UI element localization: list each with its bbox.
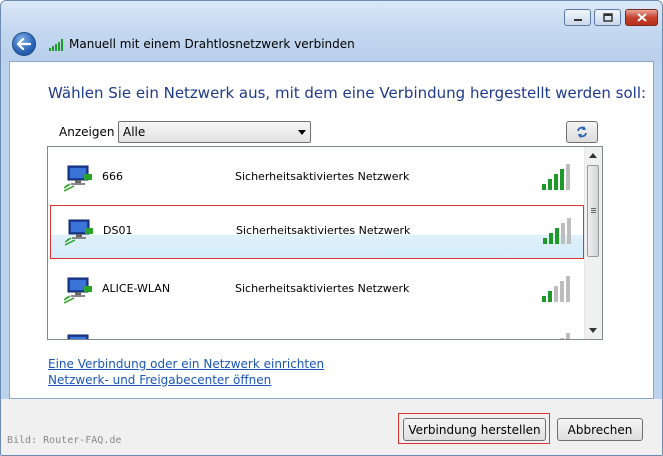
network-row-ds01[interactable]: DS01 Sicherheitsaktiviertes Netzwerk — [50, 205, 584, 259]
minimize-button[interactable] — [564, 9, 591, 26]
network-row-alice-wlan[interactable]: ALICE-WLAN Sicherheitsaktiviertes Netzwe… — [48, 262, 585, 318]
network-security: Sicherheitsaktiviertes Netzwerk — [235, 170, 410, 183]
network-list[interactable]: 666 Sicherheitsaktiviertes Netzwerk DS01… — [47, 146, 603, 340]
minimize-icon — [573, 18, 582, 21]
wireless-network-icon — [64, 277, 92, 304]
scroll-down-arrow-icon[interactable] — [589, 328, 597, 333]
scrollbar[interactable] — [584, 147, 602, 339]
page-heading: Wählen Sie ein Netzwerk aus, mit dem ein… — [48, 84, 647, 102]
back-button[interactable] — [12, 32, 36, 56]
title-bar: Manuell mit einem Drahtlosnetzwerk verbi… — [1, 1, 662, 61]
maximize-icon — [602, 13, 613, 22]
dialog-window: Manuell mit einem Drahtlosnetzwerk verbi… — [0, 0, 663, 456]
signal-strength-icon — [560, 333, 570, 339]
setup-connection-link[interactable]: Eine Verbindung oder ein Netzwerk einric… — [48, 357, 324, 371]
signal-strength-icon — [542, 276, 570, 302]
filter-value: Alle — [123, 125, 146, 139]
network-name: DS01 — [103, 224, 133, 237]
wireless-network-icon — [67, 334, 89, 339]
scroll-up-arrow-icon[interactable] — [589, 153, 597, 158]
window-title: Manuell mit einem Drahtlosnetzwerk verbi… — [69, 37, 355, 51]
network-row-partial[interactable] — [48, 319, 585, 339]
dialog-footer: Bild: Router-FAQ.de Verbindung herstelle… — [1, 399, 662, 455]
wireless-network-icon — [65, 219, 93, 246]
network-name: ALICE-WLAN — [102, 282, 171, 295]
network-row-666[interactable]: 666 Sicherheitsaktiviertes Netzwerk — [48, 150, 585, 206]
signal-strength-icon — [543, 218, 571, 244]
grip-line — [591, 212, 596, 213]
wireless-network-icon — [64, 165, 92, 192]
close-button[interactable] — [625, 9, 658, 26]
network-name: 666 — [102, 170, 123, 183]
wifi-signal-icon — [49, 39, 63, 51]
connect-button[interactable]: Verbindung herstellen — [403, 418, 546, 441]
refresh-icon — [577, 126, 587, 138]
signal-strength-icon — [542, 164, 570, 190]
refresh-button[interactable] — [566, 121, 598, 143]
grip-line — [591, 208, 596, 209]
network-center-link[interactable]: Netzwerk- und Freigabecenter öffnen — [48, 373, 271, 387]
network-security: Sicherheitsaktiviertes Netzwerk — [236, 224, 411, 237]
content-area: Wählen Sie ein Netzwerk aus, mit dem ein… — [9, 61, 654, 399]
close-icon — [636, 13, 647, 22]
chevron-down-icon — [298, 130, 306, 135]
filter-dropdown[interactable]: Alle — [118, 121, 311, 143]
filter-label: Anzeigen — [59, 125, 115, 139]
grip-line — [591, 210, 596, 211]
watermark: Bild: Router-FAQ.de — [7, 435, 122, 446]
arrow-left-icon — [17, 38, 31, 50]
scrollbar-thumb[interactable] — [587, 165, 599, 257]
maximize-button[interactable] — [594, 9, 621, 26]
network-security: Sicherheitsaktiviertes Netzwerk — [235, 282, 410, 295]
cancel-button[interactable]: Abbrechen — [557, 418, 643, 441]
